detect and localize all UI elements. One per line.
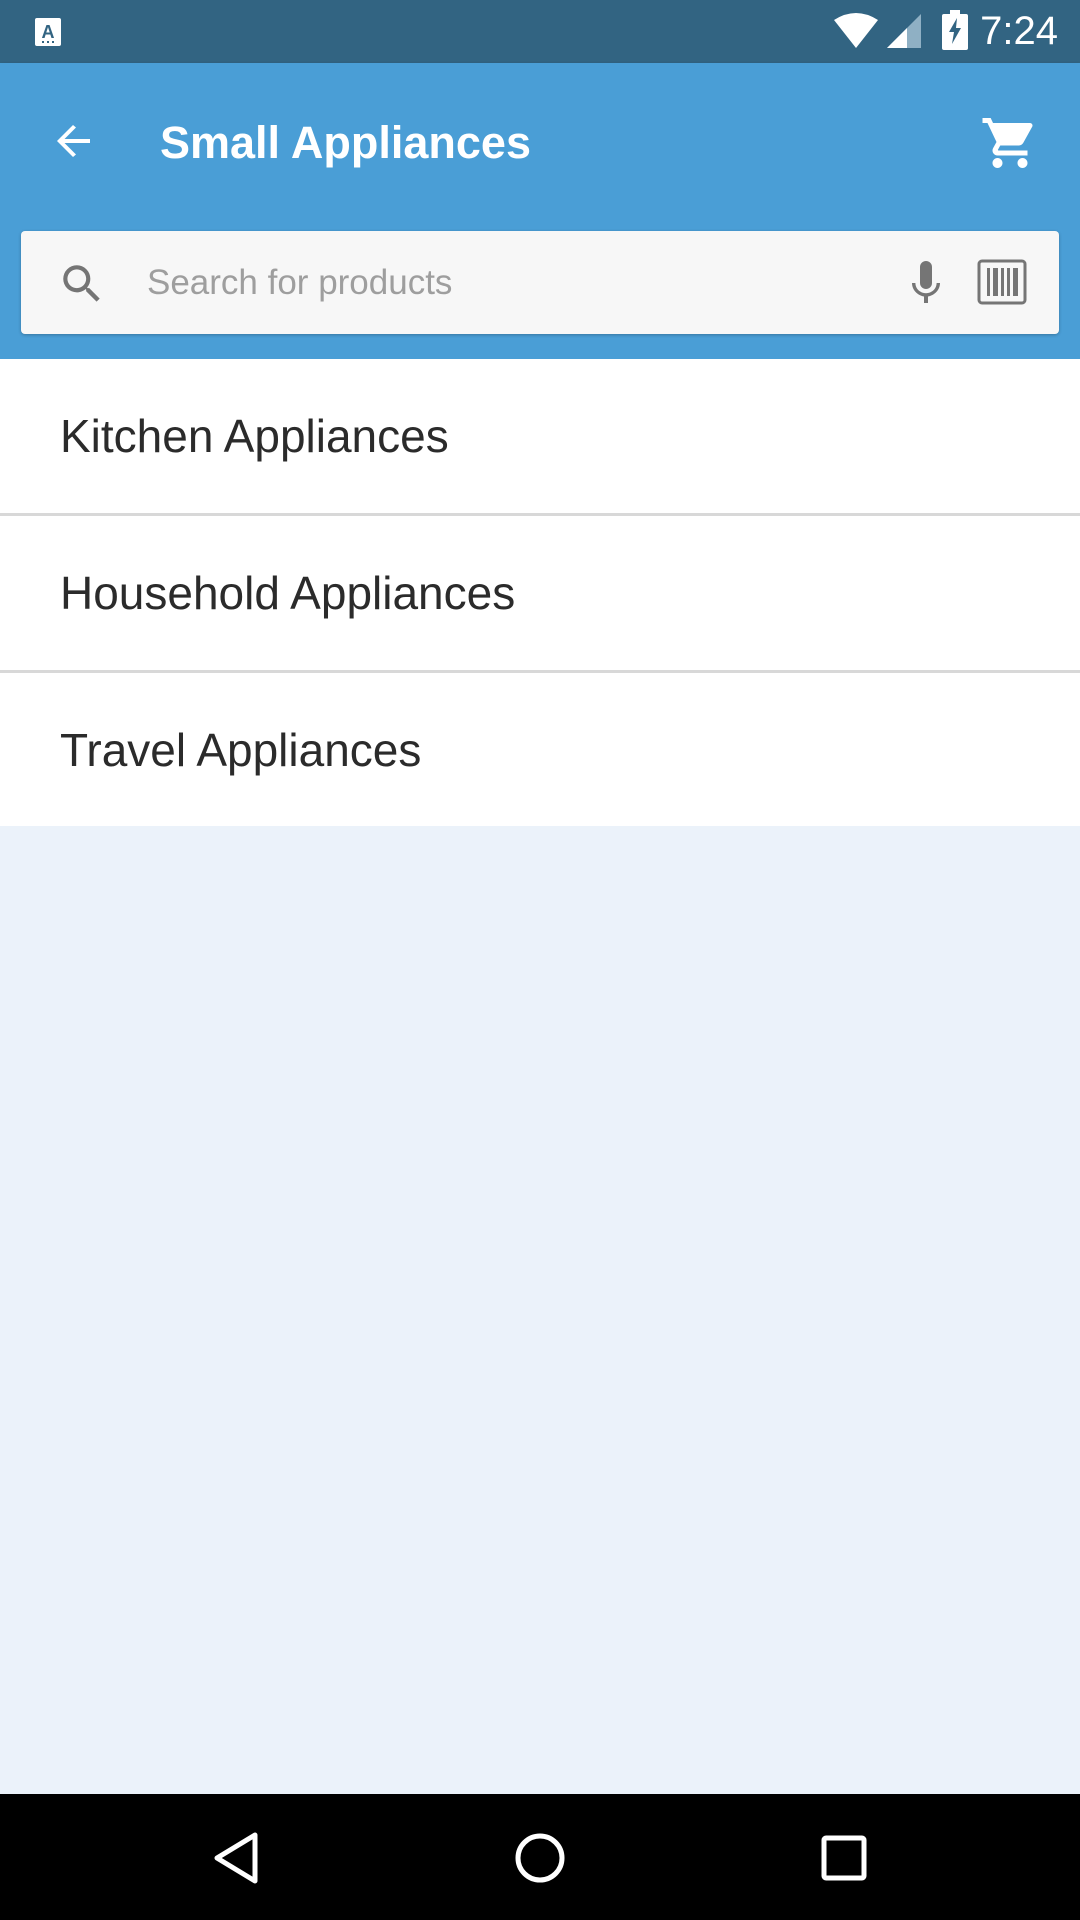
microphone-icon bbox=[912, 261, 940, 303]
search-bar bbox=[21, 231, 1059, 334]
cart-button[interactable] bbox=[972, 105, 1048, 181]
nav-recents-icon bbox=[821, 1835, 867, 1881]
wifi-icon bbox=[834, 13, 878, 48]
back-button[interactable] bbox=[38, 105, 110, 177]
category-label: Travel Appliances bbox=[60, 723, 422, 776]
cell-signal-icon bbox=[887, 14, 921, 48]
nav-home-icon bbox=[515, 1833, 565, 1883]
page-title: Small Appliances bbox=[160, 117, 531, 168]
nav-home-button[interactable] bbox=[500, 1818, 580, 1898]
keyboard-a-icon: A bbox=[35, 18, 61, 46]
search-input[interactable] bbox=[147, 231, 887, 334]
nav-back-icon bbox=[214, 1832, 258, 1884]
barcode-scan-icon bbox=[977, 259, 1027, 305]
status-clock: 7:24 bbox=[980, 9, 1058, 53]
nav-recents-button[interactable] bbox=[804, 1818, 884, 1898]
app-bar: Small Appliances bbox=[0, 63, 1080, 359]
nav-back-button[interactable] bbox=[196, 1818, 276, 1898]
shopping-cart-icon bbox=[982, 118, 1033, 168]
arrow-back-icon bbox=[57, 125, 90, 157]
status-bar: A 7:24 bbox=[0, 0, 1080, 63]
voice-search-button[interactable] bbox=[901, 257, 951, 309]
category-label: Household Appliances bbox=[60, 567, 516, 619]
navigation-bar bbox=[0, 1794, 1080, 1920]
category-item-travel-appliances[interactable]: Travel Appliances bbox=[0, 673, 1080, 826]
search-icon bbox=[63, 265, 100, 302]
barcode-scan-button[interactable] bbox=[975, 257, 1029, 307]
svg-text:A: A bbox=[42, 22, 55, 42]
category-item-household-appliances[interactable]: Household Appliances bbox=[0, 516, 1080, 673]
category-item-kitchen-appliances[interactable]: Kitchen Appliances bbox=[0, 359, 1080, 516]
category-label: Kitchen Appliances bbox=[60, 410, 449, 462]
battery-charging-icon bbox=[942, 10, 968, 50]
category-list: Kitchen Appliances Household Appliances … bbox=[0, 359, 1080, 826]
